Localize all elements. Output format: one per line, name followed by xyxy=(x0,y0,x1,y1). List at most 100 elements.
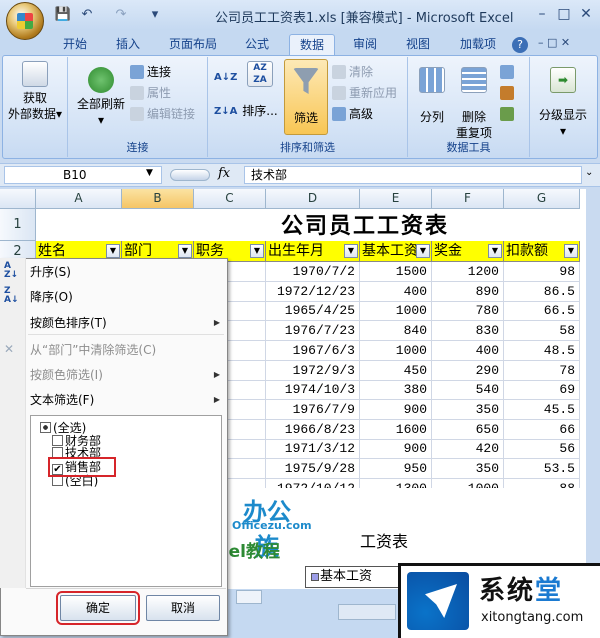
tab-page-layout[interactable]: 页面布局 xyxy=(160,34,226,56)
sort-button[interactable]: AZ ZA 排序... xyxy=(238,61,282,119)
consolidate-button[interactable] xyxy=(500,84,517,102)
table-cell[interactable]: 830 xyxy=(432,321,504,342)
table-cell[interactable]: 98 xyxy=(504,262,580,282)
data-validation-button[interactable] xyxy=(500,63,517,81)
menu-sort-by-color[interactable]: 按颜色排序(T) ▶ xyxy=(30,313,220,333)
tab-data[interactable]: 数据 xyxy=(289,34,335,56)
table-cell[interactable]: 290 xyxy=(432,360,504,381)
clear-button[interactable]: 清除 xyxy=(332,63,373,81)
table-cell[interactable]: 1970/7/2 xyxy=(266,262,360,282)
table-cell[interactable]: 650 xyxy=(432,419,504,440)
sort-desc-button[interactable]: Z↓A xyxy=(214,103,237,121)
office-button[interactable] xyxy=(6,2,44,40)
filter-checklist-item[interactable]: (全选) xyxy=(40,421,86,435)
help-icon[interactable]: ? xyxy=(512,37,528,53)
filter-dropdown-icon[interactable]: ▼ xyxy=(106,244,120,258)
table-cell[interactable]: 890 xyxy=(432,281,504,302)
col-header-g[interactable]: G xyxy=(504,189,580,209)
table-cell[interactable]: 45.5 xyxy=(504,399,580,420)
select-all-corner[interactable] xyxy=(0,189,36,209)
redo-icon[interactable]: ↷ xyxy=(112,6,130,24)
tab-addins[interactable]: 加载项 xyxy=(450,34,506,56)
table-cell[interactable]: 400 xyxy=(360,281,432,302)
fx-icon[interactable]: fx xyxy=(218,166,238,181)
filter-dropdown-icon[interactable]: ▼ xyxy=(250,244,264,258)
col-header-e[interactable]: E xyxy=(360,189,432,209)
col-header-a[interactable]: A xyxy=(36,189,122,209)
table-cell[interactable]: 1965/4/25 xyxy=(266,301,360,322)
table-cell[interactable]: 1971/3/12 xyxy=(266,439,360,460)
formula-splitter[interactable] xyxy=(170,169,210,181)
table-cell[interactable]: 1500 xyxy=(360,262,432,282)
table-cell[interactable]: 1966/8/23 xyxy=(266,419,360,440)
header-cell-base[interactable]: 基本工资 ▼ xyxy=(360,241,432,262)
menu-filter-by-color[interactable]: 按颜色筛选(I) ▶ xyxy=(30,365,220,385)
table-cell[interactable]: 1972/12/23 xyxy=(266,281,360,302)
tab-review[interactable]: 审阅 xyxy=(343,34,387,56)
header-cell-birth[interactable]: 出生年月 ▼ xyxy=(266,241,360,262)
tab-formulas[interactable]: 公式 xyxy=(234,34,280,56)
table-cell[interactable]: 380 xyxy=(360,380,432,401)
table-cell[interactable]: 48.5 xyxy=(504,340,580,361)
remove-duplicates-button[interactable]: 删除 重复项 xyxy=(454,67,494,141)
col-header-f[interactable]: F xyxy=(432,189,504,209)
ribbon-min-controls[interactable]: – □ ✕ xyxy=(538,36,570,49)
row-header-1[interactable]: 1 xyxy=(0,209,36,241)
close-button[interactable]: ✕ xyxy=(578,6,594,22)
text-to-columns-button[interactable]: 分列 xyxy=(412,67,452,125)
qat-more-icon[interactable]: ▾ xyxy=(146,6,164,24)
cancel-button[interactable]: 取消 xyxy=(146,595,220,621)
table-cell[interactable]: 53.5 xyxy=(504,459,580,479)
col-header-d[interactable]: D xyxy=(266,189,360,209)
table-cell[interactable]: 66.5 xyxy=(504,301,580,322)
table-cell[interactable]: 86.5 xyxy=(504,281,580,302)
advanced-button[interactable]: 高级 xyxy=(332,105,373,123)
minimize-button[interactable]: – xyxy=(534,6,550,22)
filter-dropdown-icon[interactable]: ▼ xyxy=(344,244,358,258)
table-cell[interactable]: 350 xyxy=(432,459,504,479)
checkbox-partial-icon[interactable] xyxy=(40,422,51,433)
col-header-c[interactable]: C xyxy=(194,189,266,209)
formula-input[interactable]: 技术部 xyxy=(244,166,582,184)
properties-button[interactable]: 属性 xyxy=(130,84,171,102)
table-cell[interactable]: 1967/6/3 xyxy=(266,340,360,361)
ok-button[interactable]: 确定 xyxy=(56,591,140,625)
name-box[interactable]: B10 xyxy=(4,166,162,184)
table-cell[interactable]: 78 xyxy=(504,360,580,381)
tab-insert[interactable]: 插入 xyxy=(106,34,150,56)
reapply-button[interactable]: 重新应用 xyxy=(332,84,397,102)
undo-icon[interactable]: ↶ xyxy=(78,6,96,24)
table-cell[interactable]: 1000 xyxy=(360,301,432,322)
table-cell[interactable]: 950 xyxy=(360,459,432,479)
table-cell[interactable]: 1972/9/3 xyxy=(266,360,360,381)
filter-dropdown-icon[interactable]: ▼ xyxy=(178,244,192,258)
menu-sort-desc[interactable]: 降序(O) xyxy=(30,287,73,307)
outline-button[interactable]: ➡ 分级显示 ▾ xyxy=(534,67,592,139)
sheet-tab-nav[interactable] xyxy=(236,590,262,604)
table-cell[interactable]: 1976/7/23 xyxy=(266,321,360,342)
checkbox-icon[interactable] xyxy=(52,435,63,446)
header-cell-deduct[interactable]: 扣款额 ▼ xyxy=(504,241,580,262)
menu-clear-filter[interactable]: 从“部门”中清除筛选(C) xyxy=(30,340,156,360)
get-external-data-button[interactable]: 获取 外部数据▾ xyxy=(6,61,64,122)
filter-dropdown-icon[interactable]: ▼ xyxy=(564,244,578,258)
col-header-b[interactable]: B xyxy=(122,189,194,209)
what-if-button[interactable] xyxy=(500,105,517,123)
table-cell[interactable]: 400 xyxy=(432,340,504,361)
save-icon[interactable]: 💾 xyxy=(54,6,72,24)
table-cell[interactable]: 450 xyxy=(360,360,432,381)
table-cell[interactable]: 1974/10/3 xyxy=(266,380,360,401)
table-cell[interactable]: 58 xyxy=(504,321,580,342)
table-cell[interactable]: 56 xyxy=(504,439,580,460)
table-cell[interactable]: 1600 xyxy=(360,419,432,440)
tab-home[interactable]: 开始 xyxy=(52,34,98,56)
table-cell[interactable]: 1976/7/9 xyxy=(266,399,360,420)
table-cell[interactable]: 66 xyxy=(504,419,580,440)
edit-links-button[interactable]: 编辑链接 xyxy=(130,105,195,123)
menu-sort-asc[interactable]: 升序(S) xyxy=(30,262,71,282)
menu-text-filter[interactable]: 文本筛选(F) ▶ xyxy=(30,390,220,410)
sort-asc-button[interactable]: A↓Z xyxy=(214,69,237,87)
connections-button[interactable]: 连接 xyxy=(130,63,171,81)
table-cell[interactable]: 350 xyxy=(432,399,504,420)
table-cell[interactable]: 1000 xyxy=(360,340,432,361)
